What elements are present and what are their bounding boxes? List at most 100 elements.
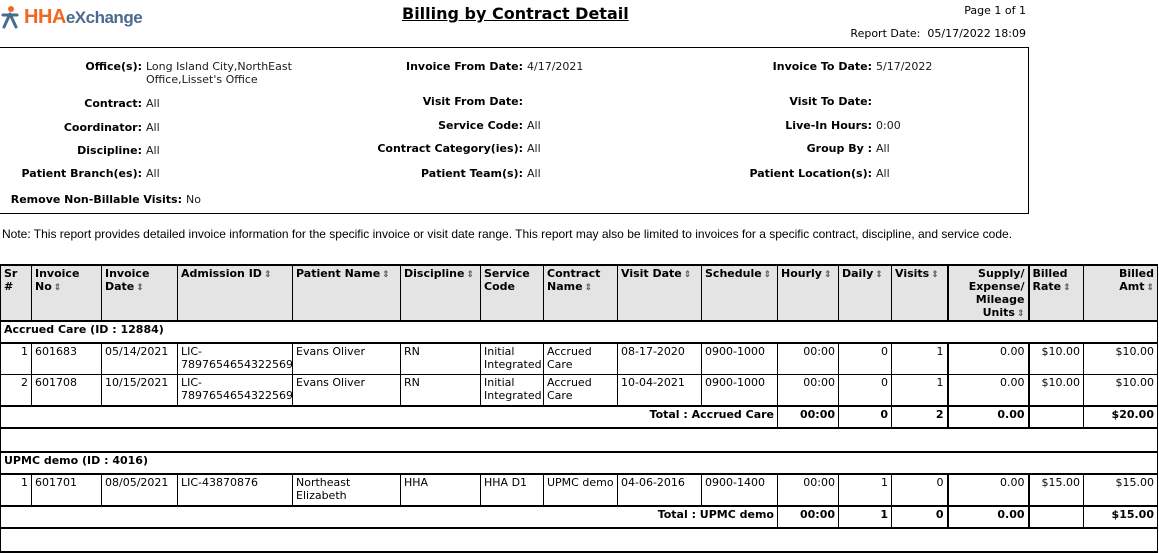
table-header-row: Sr # Invoice No ⇕ Invoice Date ⇕ Admission ID…	[0, 264, 1158, 322]
sort-icon[interactable]: ⇕	[136, 283, 144, 293]
sort-icon[interactable]: ⇕	[382, 270, 390, 280]
column-header-discipline[interactable]: Discipline ⇕	[400, 264, 481, 322]
column-header-supply-expense-mileage-units[interactable]: Supply/ Expense/ Mileage Units ⇕	[946, 264, 1029, 322]
criteria-contract: Contract: All	[84, 97, 160, 110]
cell-hourly: 00:00	[777, 374, 839, 407]
column-header-billed-rate[interactable]: Billed Rate ⇕	[1027, 264, 1084, 322]
cell-invoice-date: 08/05/2021	[101, 473, 178, 507]
column-header-sr: Sr #	[0, 264, 32, 322]
sort-icon[interactable]: ⇕	[54, 283, 62, 293]
column-header-visit-date[interactable]: Visit Date ⇕	[617, 264, 702, 322]
spacer-cell	[0, 527, 1158, 553]
cell-daily: 0	[838, 342, 892, 375]
column-header-label: Discipline	[404, 267, 465, 280]
criteria-patient-location: Patient Location(s): All	[749, 167, 890, 180]
criteria-coordinator: Coordinator: All	[63, 121, 160, 134]
criteria-visit-from: Visit From Date:	[422, 95, 523, 108]
cell-hourly: 00:00	[777, 342, 839, 375]
sort-icon[interactable]: ⇕	[466, 270, 474, 280]
table-row: 1 601683 05/14/2021 LIC-7897654654322569 Eva…	[0, 342, 1158, 375]
report-date-value: 05/17/2022 18:09	[927, 27, 1026, 40]
cell-visit-date: 10-04-2021	[617, 374, 702, 407]
column-header-label: Contract Name	[547, 267, 601, 293]
criteria-offices: Office(s): Long Island City,NorthEast Of…	[85, 60, 292, 86]
column-header-label: Visits	[895, 267, 930, 280]
cell-visits: 0	[891, 473, 948, 507]
page-number: Page 1 of 1	[964, 4, 1026, 17]
sort-icon[interactable]: ⇕	[684, 270, 692, 280]
column-header-schedule[interactable]: Schedule ⇕	[701, 264, 778, 322]
cell-admission-id: LIC-7897654654322569	[177, 374, 293, 407]
cell-discipline: RN	[400, 374, 481, 407]
column-header-label: Schedule	[705, 267, 762, 280]
cell-patient: Northeast Elizabeth	[292, 473, 401, 507]
cell-amt: $10.00	[1083, 342, 1158, 375]
cell-schedule: 0900-1000	[701, 374, 778, 407]
cell-invoice-date: 05/14/2021	[101, 342, 178, 375]
sort-icon[interactable]: ⇕	[824, 270, 832, 280]
column-header-label: Hourly	[781, 267, 822, 280]
cell-invoice-date: 10/15/2021	[101, 374, 178, 407]
cell-visit-date: 08-17-2020	[617, 342, 702, 375]
group-title: Accrued Care (ID : 12884)	[0, 320, 1158, 344]
criteria-contract-category: Contract Category(ies): All	[377, 142, 541, 155]
criteria-visit-to: Visit To Date:	[789, 95, 872, 108]
group-title: UPMC demo (ID : 4016)	[0, 451, 1158, 475]
total-daily: 0	[838, 405, 892, 429]
column-header-label: Admission ID	[181, 267, 262, 280]
sort-icon[interactable]: ⇕	[931, 270, 939, 280]
sort-icon[interactable]: ⇕	[764, 270, 772, 280]
cell-service-code: Initial Integrated	[480, 342, 544, 375]
total-rate	[1027, 405, 1084, 429]
sort-icon[interactable]: ⇕	[585, 283, 593, 293]
criteria-service-code: Service Code: All	[438, 119, 541, 132]
column-header-contract-name[interactable]: Contract Name ⇕	[543, 264, 618, 322]
cell-schedule: 0900-1400	[701, 473, 778, 507]
report-date-label: Report Date:	[850, 27, 921, 40]
total-units: 0.00	[946, 405, 1029, 429]
criteria-invoice-to: Invoice To Date: 5/17/2022	[772, 60, 933, 73]
cell-sr: 2	[0, 374, 32, 407]
sort-icon[interactable]: ⇕	[264, 270, 272, 280]
total-daily: 1	[838, 505, 892, 529]
cell-discipline: HHA	[400, 473, 481, 507]
cell-contract: Accrued Care	[543, 374, 618, 407]
sort-icon[interactable]: ⇕	[1017, 309, 1025, 319]
logo-exchange-text: eXchange	[65, 7, 143, 27]
column-header-daily[interactable]: Daily ⇕	[838, 264, 892, 322]
hhaexchange-logo: HHAeXchange	[0, 4, 143, 30]
criteria-patient-branch: Patient Branch(es): All	[21, 167, 160, 180]
report-date: Report Date: 05/17/2022 18:09	[850, 27, 1026, 40]
report-title: Billing by Contract Detail	[402, 4, 629, 23]
column-header-visits[interactable]: Visits ⇕	[891, 264, 948, 322]
group-total-row: Total : UPMC demo 00:00 1 0 0.00 $15.00	[0, 505, 1158, 529]
cell-invoice-no: 601683	[31, 342, 102, 375]
column-header-invoice-date[interactable]: Invoice Date ⇕	[101, 264, 178, 322]
sort-icon[interactable]: ⇕	[875, 270, 883, 280]
logo-figure-icon	[1, 6, 19, 29]
sort-icon[interactable]: ⇕	[1146, 283, 1154, 293]
column-header-hourly[interactable]: Hourly ⇕	[777, 264, 839, 322]
total-label: Total : Accrued Care	[0, 405, 778, 429]
cell-service-code: Initial Integrated	[480, 374, 544, 407]
column-header-billed-amt[interactable]: Billed Amt ⇕	[1083, 264, 1158, 322]
criteria-discipline: Discipline: All	[77, 144, 160, 157]
total-visits: 0	[891, 505, 948, 529]
cell-units: 0.00	[946, 374, 1029, 407]
cell-patient: Evans Oliver	[292, 342, 401, 375]
logo-hha-text: HHA	[24, 5, 66, 28]
column-header-invoice-no[interactable]: Invoice No ⇕	[31, 264, 102, 322]
column-header-service-code: Service Code	[480, 264, 544, 322]
billing-detail-table: Sr # Invoice No ⇕ Invoice Date ⇕ Admission ID…	[0, 264, 1158, 553]
criteria-group-by: Group By : All	[806, 142, 890, 155]
total-amt: $15.00	[1083, 505, 1158, 529]
column-header-admission-id[interactable]: Admission ID ⇕	[177, 264, 293, 322]
column-header-patient-name[interactable]: Patient Name ⇕	[292, 264, 401, 322]
cell-units: 0.00	[946, 342, 1029, 375]
cell-units: 0.00	[946, 473, 1029, 507]
cell-discipline: RN	[400, 342, 481, 375]
group-header-row: UPMC demo (ID : 4016)	[0, 451, 1158, 475]
sort-icon[interactable]: ⇕	[1063, 283, 1071, 293]
spacer-row	[0, 427, 1158, 453]
column-header-label: Service Code	[484, 267, 530, 293]
